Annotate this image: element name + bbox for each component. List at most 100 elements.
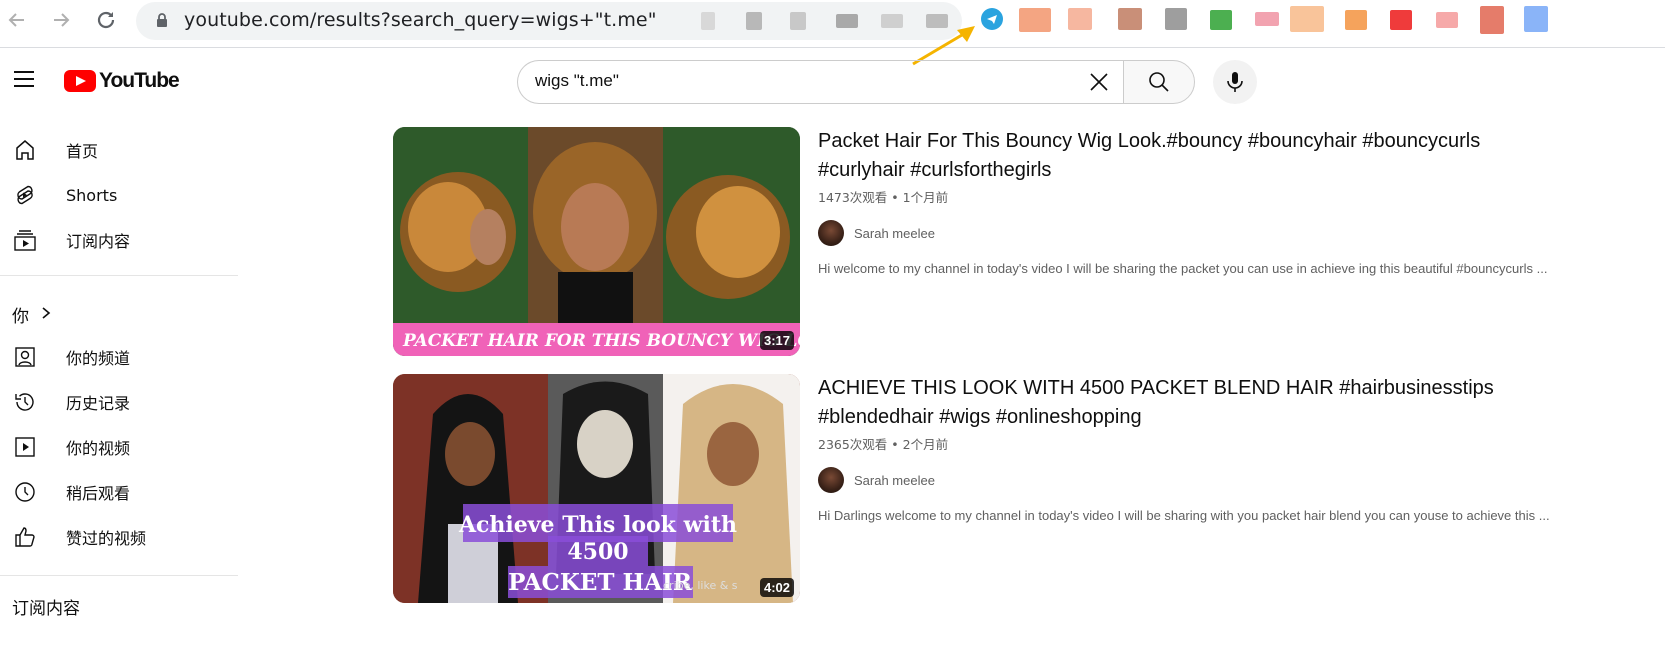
thumbs-up-icon [15,527,35,547]
video-thumbnail[interactable]: PACKET HAIR FOR THIS BOUNCY WIG LO 3:17 [393,127,800,356]
extension-icon[interactable] [1524,6,1548,32]
video-meta: Packet Hair For This Bouncy Wig Look.#bo… [818,127,1665,276]
your-channel-icon [15,347,35,367]
search-input[interactable]: wigs "t.me" [517,60,1123,104]
sidebar-item-label: Shorts [66,185,118,205]
video-duration: 3:17 [759,331,794,350]
video-result[interactable]: Achieve This look with 4500 PACKET HAIR … [393,374,1665,603]
forward-button[interactable] [48,7,74,33]
microphone-icon [1227,72,1243,92]
address-bar[interactable]: youtube.com/results?search_query=wigs+"t… [136,2,962,40]
search-button[interactable] [1123,60,1195,104]
thumbnail-image: Achieve This look with 4500 PACKET HAIR … [393,374,800,603]
reload-icon [97,11,115,29]
sidebar-item-liked-videos[interactable]: 赞过的视频 [0,517,238,557]
extension-icon[interactable] [1480,6,1504,34]
back-button[interactable] [4,7,30,33]
chevron-right-icon [42,307,51,319]
lock-icon [157,13,167,27]
avatar[interactable] [818,220,844,246]
sidebar-item-label: 历史记录 [66,394,131,413]
subscriptions-icon [14,230,36,251]
sidebar-you-section[interactable]: 你 [0,292,238,332]
extension-icon[interactable] [1255,12,1279,26]
video-title-line: Packet Hair For This Bouncy Wig Look.#bo… [818,130,1481,152]
video-result[interactable]: PACKET HAIR FOR THIS BOUNCY WIG LO 3:17 … [393,127,1665,356]
url-text: youtube.com/results?search_query=wigs+"t… [184,9,657,31]
blurred-icon [746,12,762,30]
subscriptions-section-title: 订阅内容 [12,599,80,619]
video-title-line: ACHIEVE THIS LOOK WITH 4500 PACKET BLEND… [818,377,1494,399]
sidebar-divider [0,275,238,276]
extension-icon[interactable] [1210,10,1232,30]
shorts-icon [17,185,33,205]
extension-icon[interactable] [1290,6,1324,32]
back-arrow-icon [8,13,24,27]
sidebar-item-label: 首页 [66,142,99,161]
sidebar-item-subscriptions[interactable]: 订阅内容 [0,220,238,260]
you-section-title: 你 [12,307,29,327]
sidebar-item-history[interactable]: 历史记录 [0,382,238,422]
voice-search-button[interactable] [1213,60,1257,104]
thumbnail-image: PACKET HAIR FOR THIS BOUNCY WIG LO [393,127,800,356]
browser-toolbar: youtube.com/results?search_query=wigs+"t… [0,0,1665,66]
history-icon [15,393,34,411]
sidebar-item-watch-later[interactable]: 稍后观看 [0,472,238,512]
blurred-icon [790,12,806,30]
extension-icon[interactable] [1019,8,1051,32]
search-icon [1149,72,1169,92]
sidebar-item-home[interactable]: 首页 [0,130,238,170]
thumbnail-banner-text: PACKET HAIR FOR THIS BOUNCY WIG LO [402,331,800,351]
channel-name[interactable]: Sarah meelee [854,473,935,488]
logo-text: YouTube [99,69,180,92]
video-stats: 2365次观看 • 2个月前 [818,437,949,452]
extension-icon[interactable] [1165,8,1187,30]
video-title[interactable]: ACHIEVE THIS LOOK WITH 4500 PACKET BLEND… [818,374,1665,432]
video-title-line: #curlyhair #curlsforthegirls [818,159,1052,181]
extension-icon[interactable] [1390,10,1412,30]
channel-link[interactable]: Sarah meelee [818,467,1665,493]
paper-plane-icon [987,15,997,24]
sidebar-item-your-channel[interactable]: 你的频道 [0,337,238,377]
video-description: Hi Darlings welcome to my channel in tod… [818,508,1550,523]
sidebar-item-label: 稍后观看 [66,484,131,503]
search-input-value: wigs "t.me" [535,71,619,90]
thumbnail-text: 4500 [567,539,628,565]
youtube-play-icon [64,70,96,92]
blurred-icon [881,14,903,28]
extension-icon[interactable] [1436,12,1458,28]
avatar[interactable] [818,467,844,493]
sidebar-divider [0,575,238,576]
sidebar-item-label: 订阅内容 [66,232,131,251]
video-stats: 1473次观看 • 1个月前 [818,190,949,205]
sidebar-item-label: 你的频道 [66,349,131,368]
video-thumbnail[interactable]: Achieve This look with 4500 PACKET HAIR … [393,374,800,603]
video-title[interactable]: Packet Hair For This Bouncy Wig Look.#bo… [818,127,1665,185]
sidebar-item-shorts[interactable]: Shorts [0,175,238,215]
video-description: Hi welcome to my channel in today's vide… [818,261,1548,276]
sidebar-item-your-videos[interactable]: 你的视频 [0,427,238,467]
your-videos-icon [15,437,35,457]
sidebar-item-label: 赞过的视频 [66,529,147,548]
menu-icon[interactable] [14,71,36,89]
extension-icon[interactable] [1345,10,1367,30]
video-title-line: #blendedhair #wigs #onlineshopping [818,406,1142,428]
forward-arrow-icon [54,13,70,27]
extension-icon[interactable] [1068,8,1092,30]
youtube-logo[interactable]: YouTube [64,69,180,93]
thumbnail-small-text: cribe, like & s [663,579,738,592]
home-icon [16,140,34,160]
youtube-header: YouTube wigs "t.me" [0,49,1665,113]
channel-link[interactable]: Sarah meelee [818,220,1665,246]
blurred-icon [701,12,715,30]
reload-button[interactable] [93,7,119,33]
clear-search-icon[interactable] [1087,70,1111,94]
sidebar-item-label: 你的视频 [66,439,131,458]
channel-name[interactable]: Sarah meelee [854,226,935,241]
blurred-icon [836,14,858,28]
video-duration: 4:02 [759,578,794,597]
watch-later-icon [15,482,35,502]
extension-icon[interactable] [1118,8,1142,30]
video-meta: ACHIEVE THIS LOOK WITH 4500 PACKET BLEND… [818,374,1665,523]
telegram-extension-icon[interactable] [981,8,1003,30]
